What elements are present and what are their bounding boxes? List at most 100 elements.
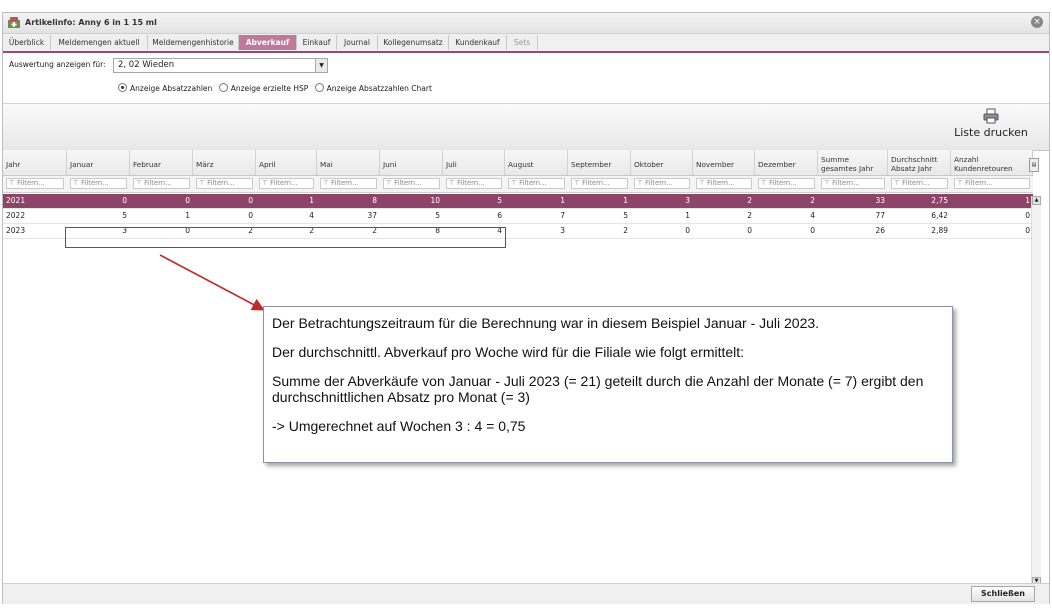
display-mode-radios: Anzeige Absatzzahlen Anzeige erzielte HS… (118, 83, 436, 93)
branch-select-value: 2, 02 Wieden (118, 60, 175, 70)
chevron-down-icon[interactable]: ▼ (315, 59, 327, 72)
table-cell: 0 (248, 196, 253, 205)
column-header[interactable]: Summe gesamtes Jahr (818, 150, 888, 175)
column-header[interactable]: Mai (317, 150, 380, 175)
column-header[interactable]: Durchschnitt Absatz Jahr (888, 150, 951, 175)
column-header[interactable]: August (505, 150, 568, 175)
table-cell: 5 (497, 196, 502, 205)
tab-abverkauf[interactable]: Abverkauf (239, 35, 297, 50)
table-cell: 5 (435, 211, 440, 220)
column-filter-input[interactable]: ⊤ Filtern... (383, 178, 440, 189)
grid-filter-row: ⊤ Filtern... ⊤ Filtern... ⊤ Filtern... ⊤ Fi… (3, 176, 1033, 193)
close-circle-icon[interactable]: × (1031, 16, 1043, 28)
table-cell: 8 (372, 196, 377, 205)
branch-select[interactable]: 2, 02 Wieden ▼ (113, 58, 328, 73)
table-cell: 2,89 (931, 226, 948, 235)
column-filter-input[interactable]: ⊤ Filtern... (6, 178, 64, 189)
table-cell: 3 (560, 226, 565, 235)
column-filter-input[interactable]: ⊤ Filtern... (696, 178, 752, 189)
column-menu-icon[interactable]: ▤ (1029, 158, 1039, 172)
radio-absatzzahlen-chart[interactable]: Anzeige Absatzzahlen Chart (314, 83, 432, 93)
table-cell: 1 (623, 196, 628, 205)
highlight-box (65, 227, 506, 248)
table-cell: 2023 (6, 226, 26, 235)
column-filter-input[interactable]: ⊤ Filtern... (891, 178, 948, 189)
table-cell: 2 (810, 196, 815, 205)
tab-journal[interactable]: Journal (337, 35, 378, 50)
table-cell: 33 (875, 196, 885, 205)
column-header[interactable]: Februar (130, 150, 193, 175)
filter-label: Auswertung anzeigen für: (9, 60, 106, 69)
table-row[interactable]: 2022 5 1 0 4 37 5 6 7 5 1 2 4 77 6,42 0 (3, 209, 1033, 224)
column-filter-input[interactable]: ⊤ Filtern... (571, 178, 628, 189)
title-bar: Artikelinfo: Anny 6 in 1 15 ml × (3, 13, 1049, 34)
column-filter-input[interactable]: ⊤ Filtern... (954, 178, 1030, 189)
column-header[interactable]: Dezember (755, 150, 818, 175)
table-cell: 26 (875, 226, 885, 235)
column-header[interactable]: Januar (67, 150, 130, 175)
table-cell: 1 (309, 196, 314, 205)
table-cell: 2 (747, 211, 752, 220)
table-cell: 0 (122, 196, 127, 205)
column-header[interactable]: Oktober (631, 150, 693, 175)
tab-einkauf[interactable]: Einkauf (297, 35, 337, 50)
column-filter-input[interactable]: ⊤ Filtern... (446, 178, 502, 189)
tab-kollegenumsatz[interactable]: Kollegenumsatz (378, 35, 449, 50)
grid-header: Jahr Januar Februar März April Mai Juni Juli Aug… (3, 150, 1033, 176)
table-cell: 2 (747, 196, 752, 205)
close-button[interactable]: Schließen (971, 586, 1035, 602)
column-header[interactable]: Anzahl Kundenretouren (951, 150, 1033, 175)
column-filter-input[interactable]: ⊤ Filtern... (259, 178, 314, 189)
column-filter-input[interactable]: ⊤ Filtern... (508, 178, 565, 189)
table-cell: 1 (185, 211, 190, 220)
column-header[interactable]: September (568, 150, 631, 175)
table-cell: 4 (810, 211, 815, 220)
table-cell: 10 (430, 196, 440, 205)
column-filter-input[interactable]: ⊤ Filtern... (758, 178, 815, 189)
tab-meldemengenhistorie[interactable]: Meldemengenhistorie (148, 35, 239, 50)
explanation-callout: Der Betrachtungszeitraum für die Berechn… (263, 306, 953, 463)
vertical-scrollbar[interactable]: ▲ ▼ (1031, 196, 1041, 586)
table-cell: 2021 (6, 196, 26, 205)
table-cell: 0 (685, 226, 690, 235)
column-filter-input[interactable]: ⊤ Filtern... (70, 178, 127, 189)
tab-kundenkauf[interactable]: Kundenkauf (449, 35, 507, 50)
footer-bar: Schließen (3, 583, 1049, 604)
table-cell: 1 (685, 211, 690, 220)
table-cell: 0 (185, 196, 190, 205)
column-header[interactable]: Juni (380, 150, 443, 175)
table-cell: 3 (685, 196, 690, 205)
table-cell: 0 (248, 211, 253, 220)
table-cell: 0 (747, 226, 752, 235)
column-header[interactable]: März (193, 150, 256, 175)
tab-bar: Überblick Meldemengen aktuell Meldemenge… (3, 34, 1049, 53)
radio-erzielte-hsp[interactable]: Anzeige erzielte HSP (218, 83, 308, 93)
column-filter-input[interactable]: ⊤ Filtern... (634, 178, 690, 189)
column-header[interactable]: Juli (443, 150, 505, 175)
column-header[interactable]: November (693, 150, 755, 175)
print-list-button[interactable]: Liste drucken (951, 108, 1031, 148)
pharmacy-icon (8, 17, 20, 28)
column-filter-input[interactable]: ⊤ Filtern... (196, 178, 253, 189)
radio-button-icon (314, 83, 324, 92)
tab-meldemengen-aktuell[interactable]: Meldemengen aktuell (51, 35, 148, 50)
table-cell: 2,75 (931, 196, 948, 205)
table-cell: 0 (810, 226, 815, 235)
radio-absatzzahlen[interactable]: Anzeige Absatzzahlen (118, 83, 212, 93)
printer-icon (983, 108, 999, 124)
table-row[interactable]: 2021 0 0 0 1 8 10 5 1 1 3 2 2 33 2,75 1 (3, 194, 1033, 209)
radio-button-icon (218, 83, 228, 92)
column-filter-input[interactable]: ⊤ Filtern... (821, 178, 885, 189)
table-cell: 7 (560, 211, 565, 220)
scroll-up-icon[interactable]: ▲ (1032, 196, 1041, 205)
table-cell: 4 (309, 211, 314, 220)
column-filter-input[interactable]: ⊤ Filtern... (320, 178, 377, 189)
table-cell: 77 (875, 211, 885, 220)
window-title: Artikelinfo: Anny 6 in 1 15 ml (25, 18, 157, 27)
column-header[interactable]: Jahr (3, 150, 67, 175)
column-header[interactable]: April (256, 150, 317, 175)
tab-ueberblick[interactable]: Überblick (3, 35, 51, 50)
column-filter-input[interactable]: ⊤ Filtern... (133, 178, 190, 189)
callout-line-4: -> Umgerechnet auf Wochen 3 : 4 = 0,75 (272, 418, 526, 434)
table-cell: 1 (560, 196, 565, 205)
